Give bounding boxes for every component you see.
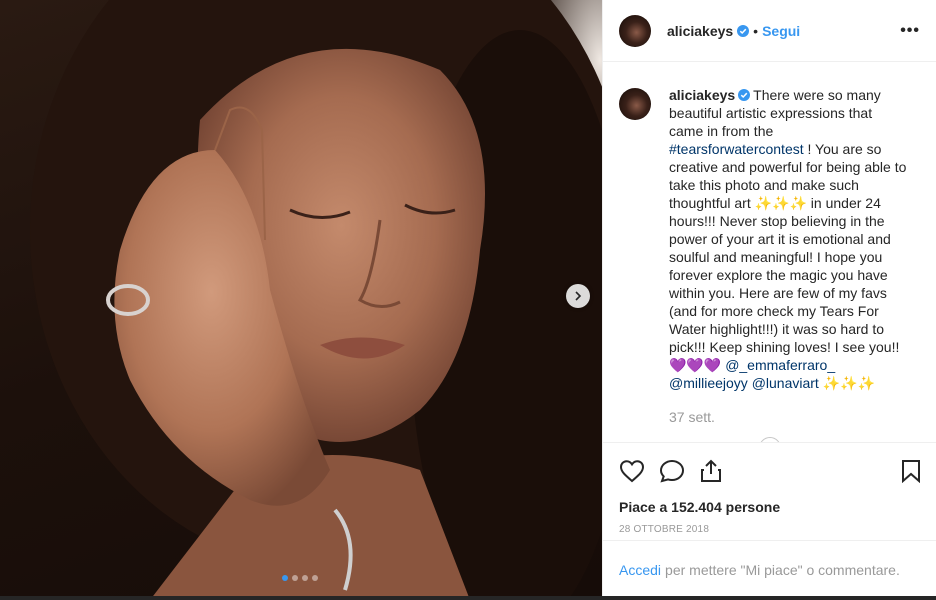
avatar[interactable] [619,14,651,47]
verified-badge-icon [738,89,751,101]
mention-link[interactable]: @_emmaferraro_ [725,357,835,373]
post-photo-illustration [30,0,602,600]
carousel-dot [282,575,288,581]
header-username[interactable]: aliciakeys [667,23,733,39]
like-button[interactable] [619,459,645,483]
share-icon [701,459,721,482]
carousel-dot [292,575,298,581]
action-icons [619,443,921,497]
login-prompt: Accedi per mettere "Mi piace" o commenta… [603,540,936,598]
caption: aliciakeys There were so many beautiful a… [619,86,921,426]
mention-link[interactable]: @millieejoyy [669,375,748,391]
comment-icon [659,459,685,483]
comment-button[interactable] [659,459,685,483]
carousel-next-button[interactable] [566,284,590,308]
save-button[interactable] [901,459,921,483]
caption-text: ! You are so creative and powerful for b… [669,141,907,373]
post-photo[interactable] [0,0,602,600]
caption-avatar[interactable] [619,88,651,120]
follow-button[interactable]: Segui [762,23,800,39]
comments-section[interactable]: aliciakeys There were so many beautiful a… [603,62,936,442]
mention-link[interactable]: @lunaviart [752,375,819,391]
post-date: 28 OTTOBRE 2018 [619,524,710,535]
carousel-dot [312,575,318,581]
verified-badge-icon [737,24,750,37]
post-header: aliciakeys • Segui ••• [603,0,936,62]
bottom-edge [0,596,936,600]
likes-count[interactable]: Piace a 152.404 persone [619,499,921,515]
login-link[interactable]: Accedi [619,562,661,578]
caption-body: aliciakeys There were so many beautiful a… [669,86,909,426]
carousel-indicator [282,575,318,581]
chevron-right-icon [575,291,582,301]
caption-text: ✨✨✨ [818,375,876,391]
caption-username[interactable]: aliciakeys [669,87,735,103]
header-separator: • [753,22,759,39]
carousel-dot [302,575,308,581]
share-button[interactable] [699,459,723,483]
hashtag-link[interactable]: #tearsforwatercontest [669,141,804,157]
caption-age: 37 sett. [669,409,715,425]
post-side-panel: aliciakeys • Segui ••• aliciakeys There w… [602,0,936,600]
login-prompt-text: per mettere "Mi piace" o commentare. [665,561,900,578]
bookmark-icon [902,460,920,483]
more-options-icon[interactable]: ••• [900,22,920,40]
heart-icon [619,460,645,483]
